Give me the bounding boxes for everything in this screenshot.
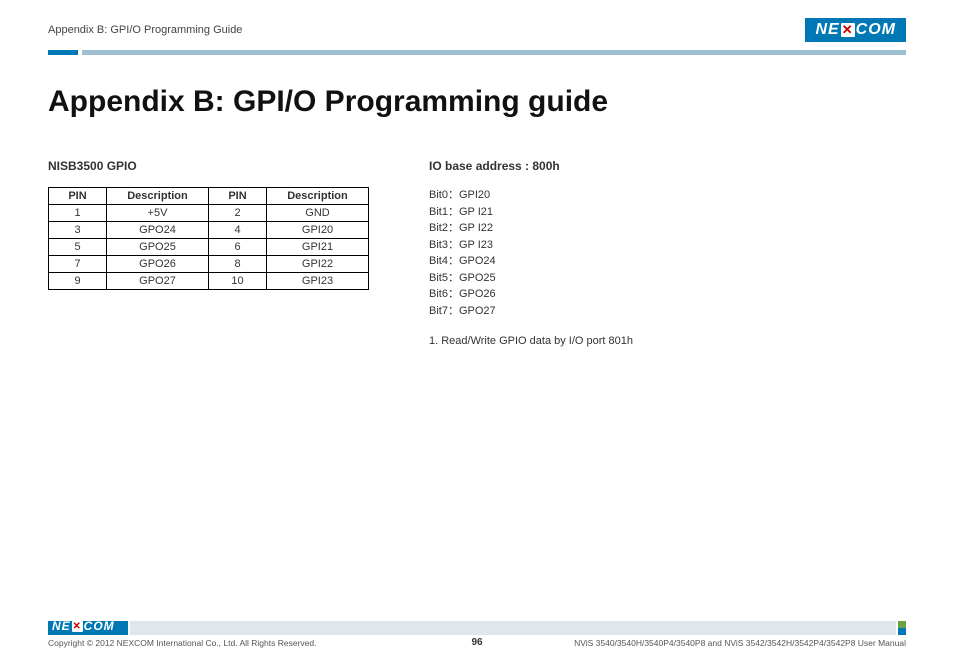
cell-pin: 1 xyxy=(49,205,107,222)
cell-pin: 10 xyxy=(209,273,267,290)
cell-desc: +5V xyxy=(107,205,209,222)
footer-logo: NE✕COM xyxy=(52,619,115,633)
bits-list: Bit0：GPI20Bit1：GP I21Bit2：GP I22Bit3：GP … xyxy=(429,187,633,319)
cell-pin: 8 xyxy=(209,256,267,273)
copyright: Copyright © 2012 NEXCOM International Co… xyxy=(48,638,316,648)
doc-ref: NViS 3540/3540H/3540P4/3540P8 and NViS 3… xyxy=(574,638,906,648)
col-desc-b: Description xyxy=(267,188,369,205)
page-header: Appendix B: GPI/O Programming Guide NE✕C… xyxy=(0,0,954,46)
cell-desc: GPO27 xyxy=(107,273,209,290)
bit-row: Bit1：GP I21 xyxy=(429,204,633,221)
table-row: 9GPO2710GPI23 xyxy=(49,273,369,290)
page-title: Appendix B: GPI/O Programming guide xyxy=(48,85,906,119)
cell-desc: GND xyxy=(267,205,369,222)
page-content: Appendix B: GPI/O Programming guide NISB… xyxy=(0,55,954,347)
bit-row: Bit4：GPO24 xyxy=(429,253,633,270)
cell-pin: 9 xyxy=(49,273,107,290)
io-note: 1. Read/Write GPIO data by I/O port 801h xyxy=(429,335,633,347)
cell-pin: 7 xyxy=(49,256,107,273)
bit-row: Bit3：GP I23 xyxy=(429,237,633,254)
page-number: 96 xyxy=(471,637,482,648)
logo-x-icon: ✕ xyxy=(841,23,855,37)
cell-desc: GPO24 xyxy=(107,222,209,239)
bit-row: Bit7：GPO27 xyxy=(429,303,633,320)
cell-pin: 3 xyxy=(49,222,107,239)
bit-row: Bit0：GPI20 xyxy=(429,187,633,204)
io-section: IO base address : 800h Bit0：GPI20Bit1：GP… xyxy=(429,159,633,347)
table-row: 7GPO268GPI22 xyxy=(49,256,369,273)
cell-pin: 2 xyxy=(209,205,267,222)
cell-desc: GPI22 xyxy=(267,256,369,273)
cell-pin: 4 xyxy=(209,222,267,239)
table-header-row: PIN Description PIN Description xyxy=(49,188,369,205)
io-heading: IO base address : 800h xyxy=(429,159,633,173)
gpio-heading: NISB3500 GPIO xyxy=(48,159,369,173)
bit-row: Bit6：GPO26 xyxy=(429,286,633,303)
cell-desc: GPO25 xyxy=(107,239,209,256)
col-pin-b: PIN xyxy=(209,188,267,205)
table-row: 1+5V2GND xyxy=(49,205,369,222)
brand-text: NE✕COM xyxy=(815,21,896,39)
section-label: Appendix B: GPI/O Programming Guide xyxy=(48,24,242,36)
cell-pin: 5 xyxy=(49,239,107,256)
header-divider xyxy=(0,50,954,55)
cell-desc: GPI20 xyxy=(267,222,369,239)
cell-desc: GPO26 xyxy=(107,256,209,273)
table-row: 5GPO256GPI21 xyxy=(49,239,369,256)
table-row: 3GPO244GPI20 xyxy=(49,222,369,239)
brand-logo: NE✕COM xyxy=(805,18,906,42)
gpio-section: NISB3500 GPIO PIN Description PIN Descri… xyxy=(48,159,369,347)
cell-pin: 6 xyxy=(209,239,267,256)
gpio-table: PIN Description PIN Description 1+5V2GND… xyxy=(48,187,369,290)
cell-desc: GPI23 xyxy=(267,273,369,290)
col-pin-a: PIN xyxy=(49,188,107,205)
col-desc-a: Description xyxy=(107,188,209,205)
bit-row: Bit5：GPO25 xyxy=(429,270,633,287)
cell-desc: GPI21 xyxy=(267,239,369,256)
bit-row: Bit2：GP I22 xyxy=(429,220,633,237)
